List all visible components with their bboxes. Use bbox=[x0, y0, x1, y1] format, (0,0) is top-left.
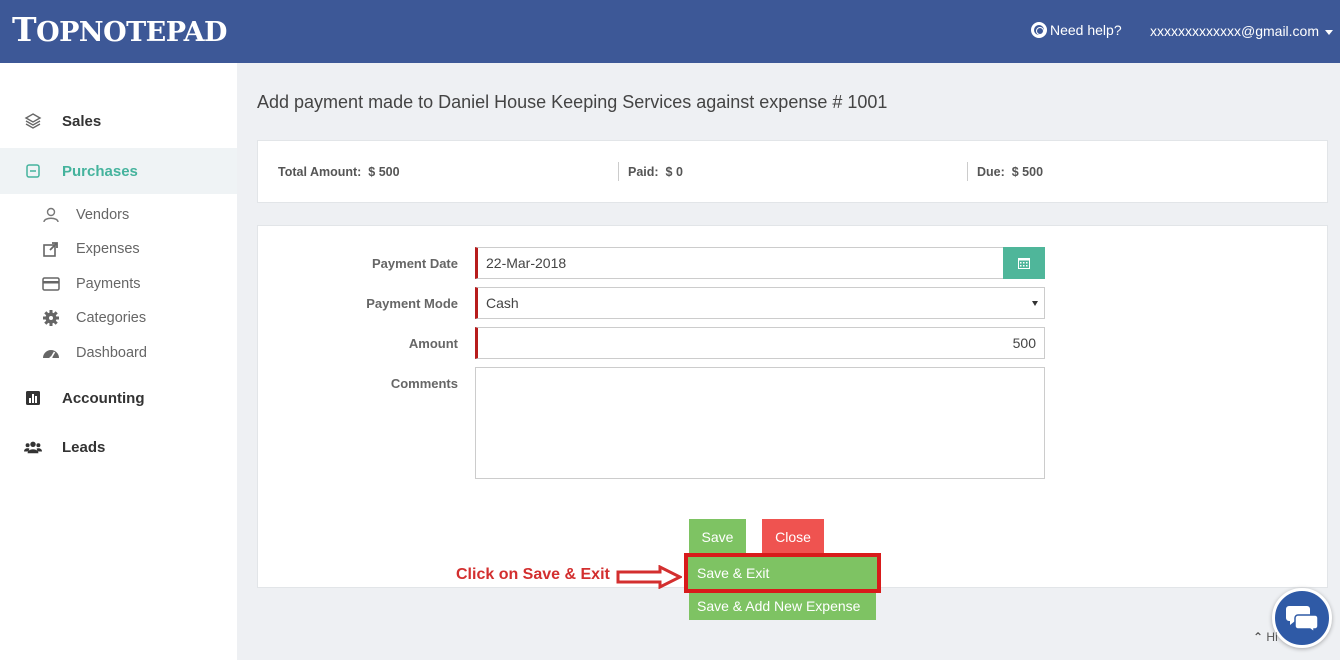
app-logo[interactable]: TOPNOTEPAD bbox=[12, 10, 227, 53]
sidebar-item-label: Dashboard bbox=[76, 345, 147, 361]
save-add-new-expense-button[interactable]: Save & Add New Expense bbox=[689, 592, 876, 620]
total-amount-label: Total Amount: bbox=[278, 165, 362, 179]
need-help-link[interactable]: Need help? bbox=[1031, 22, 1122, 38]
comments-label: Comments bbox=[390, 376, 458, 391]
gear-icon bbox=[42, 309, 60, 327]
sidebar: Sales Purchases Vendors Expenses Payment… bbox=[0, 63, 237, 660]
save-button[interactable]: Save bbox=[689, 519, 746, 554]
payment-summary: Total Amount: $ 500 Paid: $ 0 Due: $ 500 bbox=[257, 140, 1328, 203]
share-icon bbox=[42, 240, 60, 258]
sidebar-item-payments[interactable]: Payments bbox=[0, 269, 237, 299]
users-icon bbox=[24, 438, 42, 456]
sidebar-item-categories[interactable]: Categories bbox=[0, 303, 237, 333]
save-exit-button[interactable]: Save & Exit bbox=[688, 557, 877, 589]
sidebar-item-label: Categories bbox=[76, 310, 147, 326]
payment-mode-value: Cash bbox=[486, 295, 519, 311]
amount-value: 500 bbox=[1012, 335, 1036, 351]
calendar-button[interactable] bbox=[1003, 247, 1045, 279]
due-label: Due: bbox=[977, 165, 1005, 179]
total-amount-value: $ 500 bbox=[368, 165, 400, 179]
sidebar-item-expenses[interactable]: Expenses bbox=[0, 234, 237, 264]
sidebar-item-label: Payments bbox=[76, 276, 141, 292]
payment-mode-select[interactable]: Cash bbox=[475, 287, 1045, 319]
sidebar-item-label: Expenses bbox=[76, 241, 140, 257]
sidebar-item-leads[interactable]: Leads bbox=[0, 424, 237, 470]
sidebar-item-purchases[interactable]: Purchases bbox=[0, 148, 237, 194]
double-chevron-up-icon: ⌃ bbox=[1253, 630, 1264, 644]
sidebar-item-vendors[interactable]: Vendors bbox=[0, 200, 237, 230]
caret-down-icon bbox=[1032, 301, 1038, 306]
sidebar-item-label: Vendors bbox=[76, 207, 130, 223]
life-ring-icon bbox=[1031, 22, 1047, 38]
bar-chart-icon bbox=[24, 389, 42, 407]
sidebar-item-label: Accounting bbox=[62, 389, 145, 407]
dashboard-icon bbox=[42, 344, 60, 362]
paid-label: Paid: bbox=[628, 165, 659, 179]
user-menu[interactable]: xxxxxxxxxxxxx@gmail.com bbox=[1150, 23, 1334, 39]
due-value: $ 500 bbox=[1011, 165, 1044, 179]
sidebar-item-dashboard[interactable]: Dashboard bbox=[0, 338, 237, 368]
back-to-top-link[interactable]: ⌃ Hi bbox=[1253, 630, 1278, 644]
close-button[interactable]: Close bbox=[762, 519, 824, 554]
sidebar-item-label: Purchases bbox=[62, 162, 138, 180]
comments-textarea[interactable] bbox=[475, 367, 1045, 479]
paid-value: $ 0 bbox=[665, 165, 683, 179]
sidebar-item-accounting[interactable]: Accounting bbox=[0, 375, 237, 421]
sidebar-item-sales[interactable]: Sales bbox=[0, 98, 237, 144]
divider bbox=[618, 162, 619, 181]
purchases-icon bbox=[24, 162, 42, 180]
amount-field[interactable]: 500 bbox=[475, 327, 1045, 359]
annotation-text: Click on Save & Exit bbox=[456, 566, 610, 583]
chat-icon bbox=[1286, 606, 1319, 633]
due-amount: Due: $ 500 bbox=[977, 165, 1043, 179]
payment-date-field[interactable]: 22-Mar-2018 bbox=[475, 247, 1045, 279]
sidebar-item-label: Leads bbox=[62, 438, 106, 456]
top-bar: TOPNOTEPAD Need help? xxxxxxxxxxxxx@gmai… bbox=[0, 0, 1340, 63]
divider bbox=[967, 162, 968, 181]
paid-amount: Paid: $ 0 bbox=[628, 165, 683, 179]
page-title: Add payment made to Daniel House Keeping… bbox=[257, 92, 888, 112]
arrow-right-icon bbox=[616, 565, 682, 589]
user-email: xxxxxxxxxxxxx@gmail.com bbox=[1150, 23, 1320, 39]
vendor-icon bbox=[42, 206, 60, 224]
amount-label: Amount bbox=[408, 336, 458, 351]
chat-widget-button[interactable] bbox=[1272, 588, 1332, 648]
credit-card-icon bbox=[42, 275, 60, 293]
payment-date-label: Payment Date bbox=[372, 256, 458, 271]
payment-mode-label: Payment Mode bbox=[366, 296, 458, 311]
payment-date-value: 22-Mar-2018 bbox=[486, 255, 567, 271]
need-help-label: Need help? bbox=[1050, 22, 1122, 38]
chevron-down-icon bbox=[1325, 29, 1334, 35]
calendar-icon bbox=[1018, 258, 1030, 269]
total-amount: Total Amount: $ 500 bbox=[278, 165, 400, 179]
sidebar-item-label: Sales bbox=[62, 112, 102, 130]
back-to-top-label: Hi bbox=[1266, 630, 1278, 644]
layers-icon bbox=[24, 112, 42, 130]
